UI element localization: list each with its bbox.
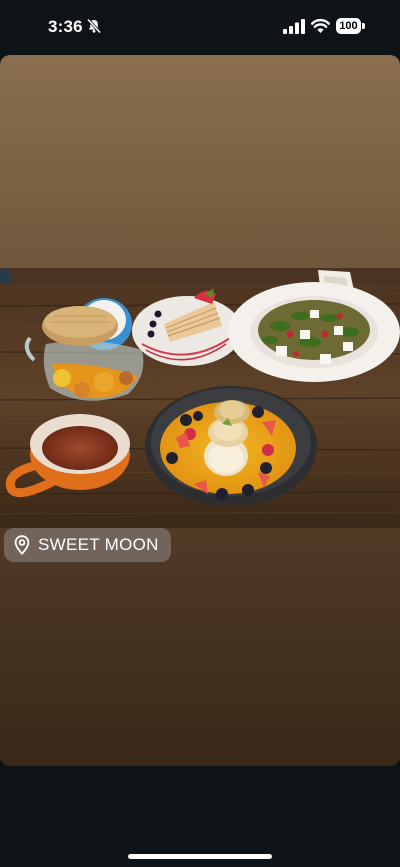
home-indicator[interactable] [128, 854, 272, 859]
status-bar: 3:36 100 [0, 0, 400, 54]
story-card[interactable]: SWEET MOON [0, 55, 400, 766]
battery-tip [362, 23, 365, 29]
location-sticker[interactable]: SWEET MOON [4, 528, 171, 562]
wifi-icon [311, 18, 330, 33]
battery-level: 100 [336, 18, 361, 34]
bell-slash-icon [86, 18, 102, 34]
location-name: SWEET MOON [38, 535, 159, 554]
location-pin-icon [14, 535, 30, 555]
cellular-signal-icon [283, 19, 305, 34]
battery-icon: 100 [336, 18, 366, 34]
status-time: 3:36 [48, 17, 83, 36]
food-photo[interactable] [0, 268, 400, 528]
